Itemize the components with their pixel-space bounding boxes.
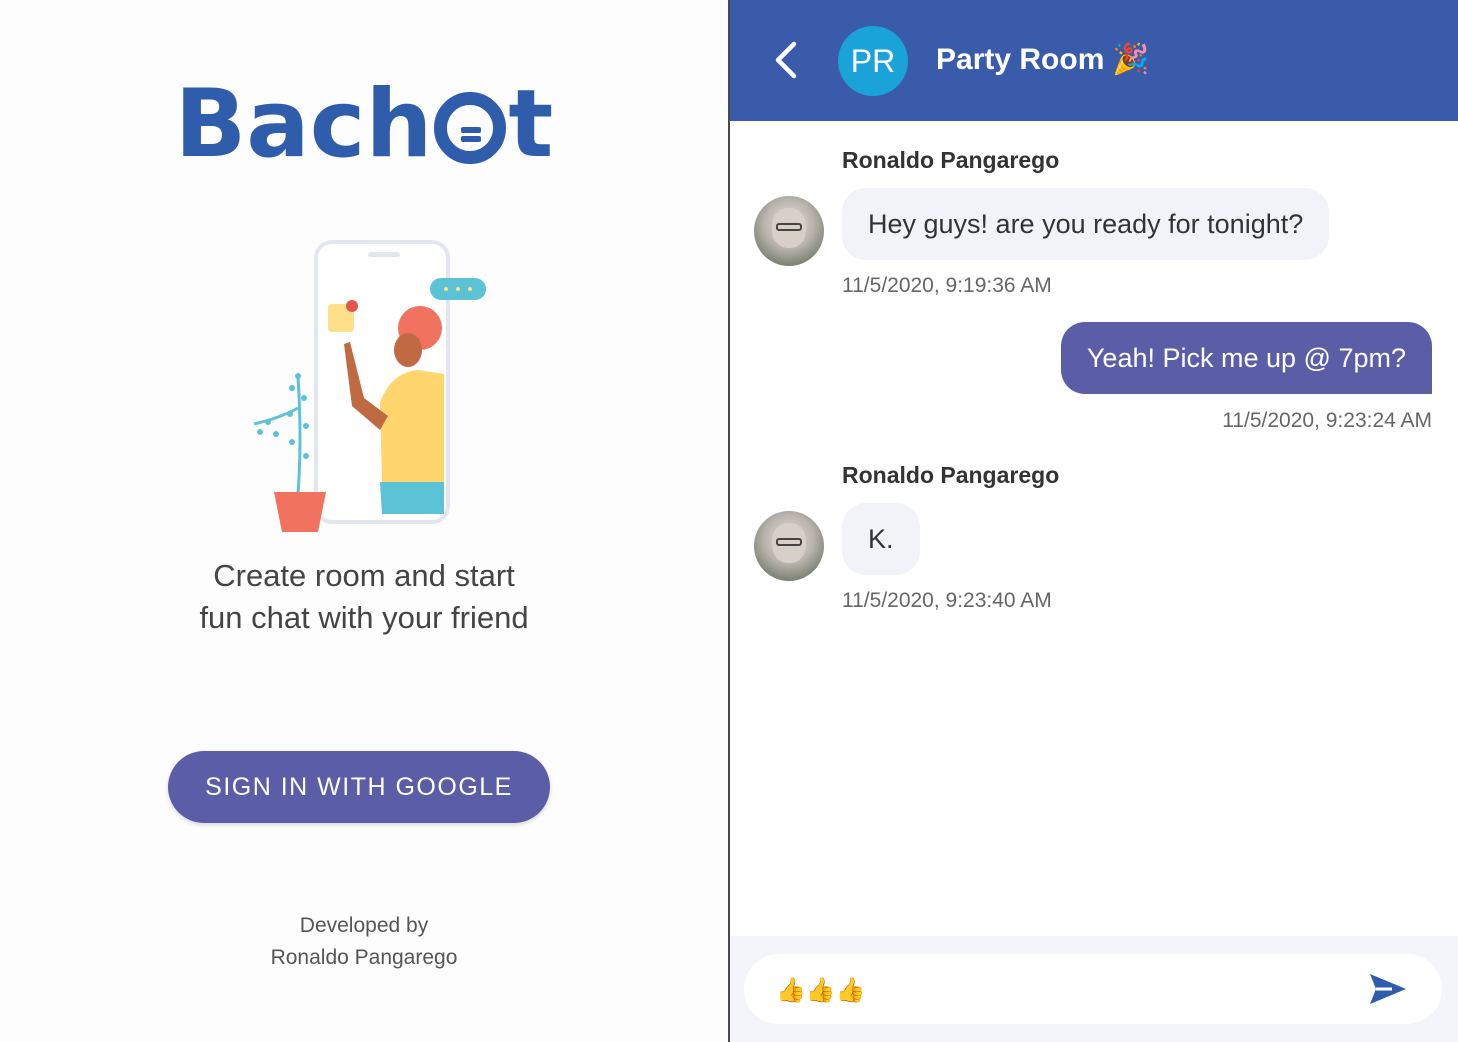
back-arrow-icon[interactable]	[768, 38, 808, 82]
room-name: Party Room	[936, 43, 1105, 76]
message-composer	[730, 936, 1458, 1042]
developer-credit-label: Developed by	[299, 914, 429, 937]
login-panel: Bach t Create room and start fun chat wi…	[0, 0, 728, 1042]
tagline-line-1: Create room and start	[213, 558, 515, 593]
message-input[interactable]	[774, 966, 1358, 1014]
chat-panel: PR Party Room 🎉 Ronaldo Pangarego Hey guy…	[730, 0, 1458, 1042]
message-bubble-incoming: Hey guys! are you ready for tonight?	[842, 188, 1330, 260]
app-logo: Bach t	[0, 70, 728, 180]
avatar-glasses	[776, 223, 802, 231]
message-list: Ronaldo Pangarego Hey guys! are you read…	[730, 121, 1458, 936]
message-sender: Ronaldo Pangarego	[842, 147, 1060, 173]
message-bubble-incoming: K.	[842, 503, 920, 575]
sender-avatar	[754, 511, 824, 581]
message-timestamp: 11/5/2020, 9:19:36 AM	[842, 274, 1052, 297]
avatar-glasses	[776, 538, 802, 546]
tagline-line-2: fun chat with your friend	[199, 600, 529, 635]
developer-name: Ronaldo Pangarego	[270, 946, 458, 969]
party-popper-emoji: 🎉	[1112, 42, 1150, 77]
message-sender: Ronaldo Pangarego	[842, 462, 1060, 488]
sign-in-google-button[interactable]: SIGN IN WITH GOOGLE	[168, 751, 550, 823]
logo-text-end: t	[508, 70, 554, 179]
logo-text-start: Bach	[174, 70, 433, 179]
message-timestamp: 11/5/2020, 9:23:40 AM	[842, 589, 1052, 612]
message-timestamp: 11/5/2020, 9:23:24 AM	[1222, 409, 1432, 432]
message-input-container	[744, 954, 1442, 1024]
send-icon[interactable]	[1368, 972, 1408, 1006]
room-avatar: PR	[838, 26, 908, 96]
developer-credit: Developed by Ronaldo Pangarego	[0, 910, 728, 974]
phone-chat-illustration	[253, 240, 486, 532]
room-title: Party Room 🎉	[936, 38, 1150, 82]
sender-avatar	[754, 196, 824, 266]
message-bubble-outgoing: Yeah! Pick me up @ 7pm?	[1060, 322, 1432, 394]
chat-header: PR Party Room 🎉	[730, 0, 1458, 121]
tagline: Create room and start fun chat with your…	[0, 555, 728, 639]
chat-bubble-logo-icon	[434, 92, 507, 164]
